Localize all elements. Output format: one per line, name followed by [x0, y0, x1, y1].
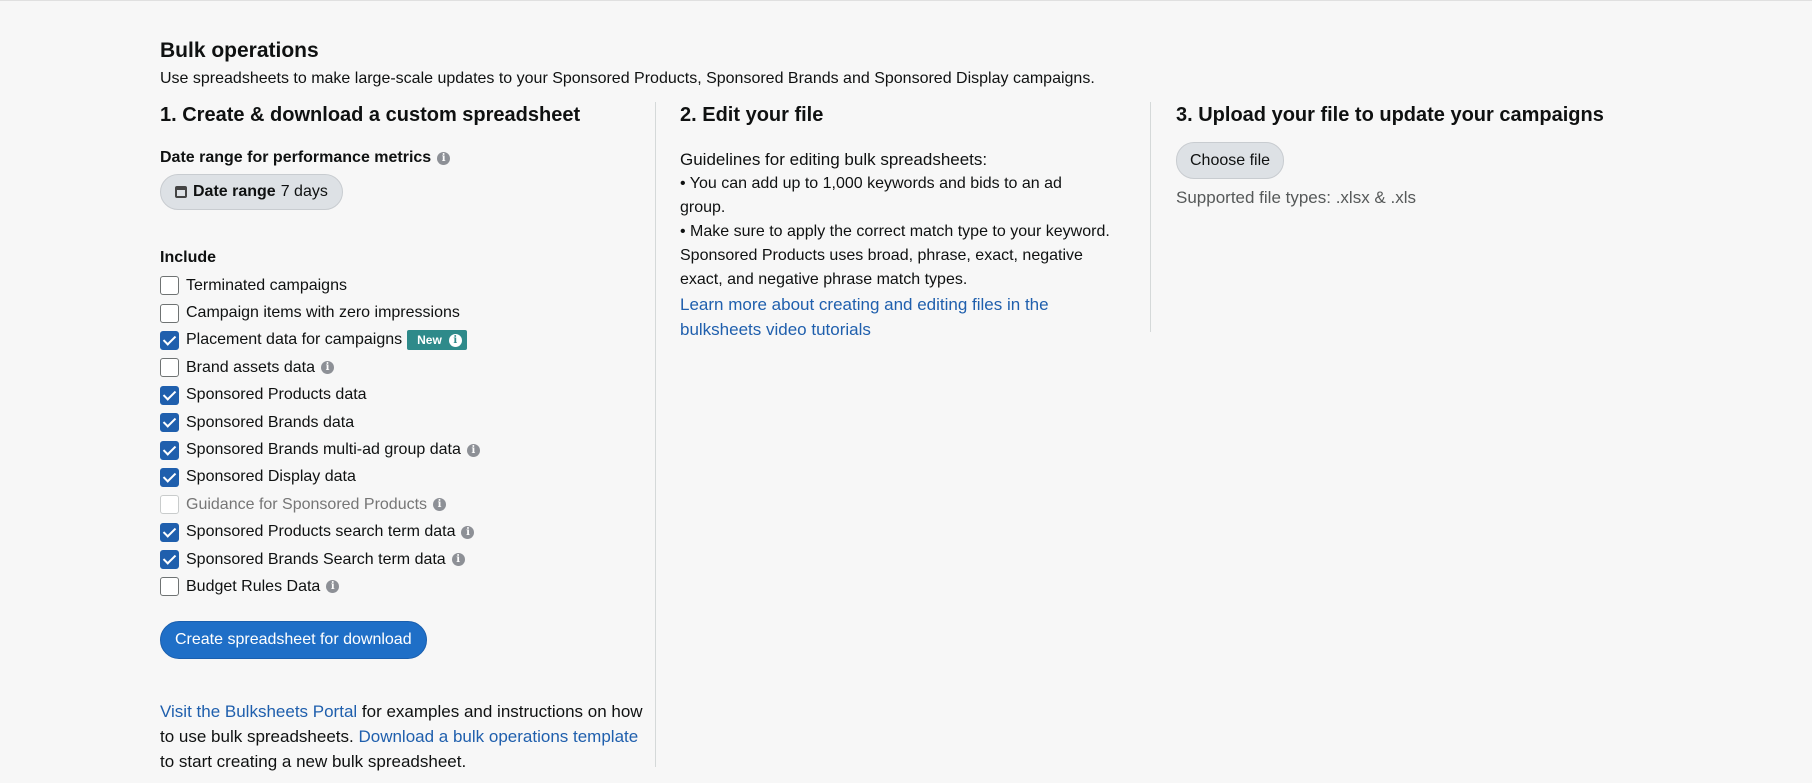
checkbox[interactable]	[160, 577, 179, 597]
include-option-label: Sponsored Display data	[186, 468, 356, 486]
step3-title: 3. Upload your file to update your campa…	[1176, 104, 1604, 126]
include-option-label: Sponsored Products search term data	[186, 523, 456, 541]
checkbox-checked[interactable]	[160, 550, 179, 570]
info-icon[interactable]: i	[433, 498, 447, 512]
step2-title: 2. Edit your file	[680, 104, 824, 126]
include-option-row[interactable]: Placement data for campaigns New i	[160, 327, 650, 354]
include-option-label: Placement data for campaigns	[186, 331, 403, 349]
checkbox-checked[interactable]	[160, 467, 179, 487]
info-icon[interactable]: i	[448, 333, 462, 347]
calendar-icon	[175, 186, 187, 198]
include-option-label: Sponsored Brands data	[186, 413, 355, 431]
new-badge-label: New	[417, 333, 442, 348]
column-divider	[655, 102, 656, 767]
include-option-label: Sponsored Products data	[186, 386, 367, 404]
include-option-label: Sponsored Brands multi-ad group data	[186, 441, 461, 459]
include-option-row[interactable]: Sponsored Products search term data i	[160, 519, 650, 546]
create-spreadsheet-button[interactable]: Create spreadsheet for download	[160, 620, 427, 659]
include-option-row[interactable]: Sponsored Brands multi-ad group data i	[160, 436, 650, 463]
include-option-row[interactable]: Budget Rules Data i	[160, 573, 650, 600]
step-upload-file: 3. Upload your file to update your campa…	[1176, 102, 1676, 209]
guidelines-title: Guidelines for editing bulk spreadsheets…	[680, 150, 988, 169]
date-range-button[interactable]: Date range 7 days	[160, 174, 343, 210]
checkbox	[160, 495, 179, 515]
include-option-label: Brand assets data	[186, 358, 315, 376]
include-option-row[interactable]: Brand assets data i	[160, 354, 650, 381]
new-badge: New i	[407, 330, 467, 351]
video-tutorials-link[interactable]: Learn more about creating and editing fi…	[680, 292, 1110, 342]
choose-file-button[interactable]: Choose file	[1176, 142, 1285, 179]
info-icon[interactable]: i	[451, 553, 465, 567]
info-icon[interactable]: i	[466, 443, 480, 457]
page-title: Bulk operations	[160, 39, 319, 62]
checkbox[interactable]	[160, 303, 179, 323]
supported-file-types: Supported file types: .xlsx & .xls	[1176, 188, 1416, 207]
guideline-item: • You can add up to 1,000 keywords and b…	[680, 175, 1062, 216]
page-subtitle: Use spreadsheets to make large-scale upd…	[160, 70, 1095, 87]
include-option-row: Guidance for Sponsored Products i	[160, 491, 650, 518]
include-option-label: Sponsored Brands Search term data	[186, 550, 446, 568]
date-range-button-value: 7 days	[280, 183, 328, 200]
include-option-label: Terminated campaigns	[186, 276, 347, 294]
info-icon[interactable]: i	[320, 361, 334, 375]
step-edit-file: 2. Edit your file Guidelines for editing…	[680, 102, 1110, 342]
info-icon[interactable]: i	[437, 151, 451, 165]
column-divider	[1150, 102, 1151, 332]
include-label: Include	[160, 249, 217, 266]
include-option-label: Guidance for Sponsored Products	[186, 495, 428, 513]
download-template-link[interactable]: Download a bulk operations template	[358, 727, 638, 746]
include-option-row[interactable]: Sponsored Brands data	[160, 409, 650, 436]
bulk-operations-page: Bulk operations Use spreadsheets to make…	[160, 38, 1760, 771]
include-options-list: Terminated campaigns Campaign items with …	[160, 272, 650, 601]
checkbox-checked[interactable]	[160, 522, 179, 542]
bulksheets-help-text: Visit the Bulksheets Portal for examples…	[160, 699, 650, 774]
help-text-part2: to start creating a new bulk spreadsheet…	[160, 751, 467, 771]
step-create-download: 1. Create & download a custom spreadshee…	[160, 102, 650, 774]
include-option-row[interactable]: Terminated campaigns	[160, 272, 650, 299]
include-option-row[interactable]: Sponsored Brands Search term data i	[160, 546, 650, 573]
checkbox-checked[interactable]	[160, 440, 179, 460]
step1-title: 1. Create & download a custom spreadshee…	[160, 104, 581, 126]
include-option-label: Campaign items with zero impressions	[186, 304, 460, 322]
guideline-item: • Make sure to apply the correct match t…	[680, 223, 1110, 288]
checkbox[interactable]	[160, 358, 179, 378]
checkbox-checked[interactable]	[160, 413, 179, 433]
bulksheets-portal-link[interactable]: Visit the Bulksheets Portal	[160, 702, 357, 721]
include-option-row[interactable]: Sponsored Display data	[160, 464, 650, 491]
date-range-button-label: Date range	[193, 183, 276, 200]
checkbox-checked[interactable]	[160, 385, 179, 405]
date-range-label: Date range for performance metrics	[160, 149, 432, 166]
include-option-label: Budget Rules Data	[186, 577, 321, 595]
checkbox-checked[interactable]	[160, 330, 179, 350]
info-icon[interactable]: i	[461, 525, 475, 539]
info-icon[interactable]: i	[326, 580, 340, 594]
include-option-row[interactable]: Campaign items with zero impressions	[160, 299, 650, 326]
checkbox[interactable]	[160, 276, 179, 296]
date-range-label-row: Date range for performance metrics i	[160, 148, 650, 168]
include-option-row[interactable]: Sponsored Products data	[160, 382, 650, 409]
